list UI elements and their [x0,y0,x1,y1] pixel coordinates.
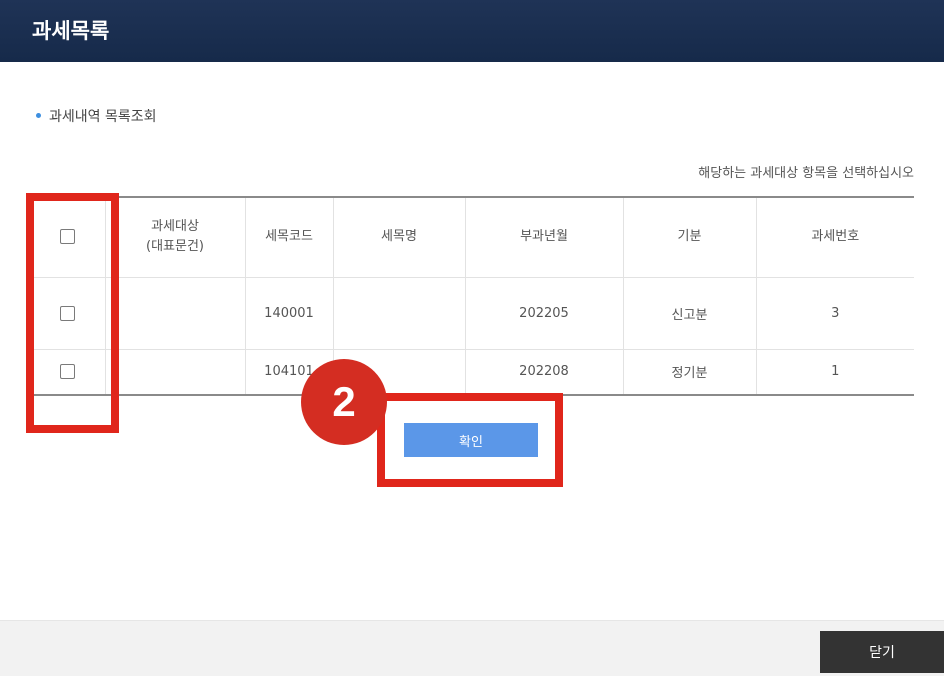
table-row[interactable]: 140001 202205 신고분 3 [30,277,914,350]
title-bar: 과세목록 [0,0,944,62]
cell-tax-number: 1 [831,364,840,380]
header-period-type: 기분 [623,197,757,278]
cell-tax-name [333,277,466,350]
tax-list-table: 과세대상 (대표문건) 세목코드 세목명 부과년월 기분 과세번호 140001… [30,196,914,396]
cell-period-type: 신고분 [623,277,757,350]
cell-period: 202208 [465,349,624,395]
table-header-row: 과세대상 (대표문건) 세목코드 세목명 부과년월 기분 과세번호 [30,197,914,278]
header-period: 부과년월 [465,197,624,278]
header-target-line2: (대표문건) [146,239,204,255]
section-title-label: 과세내역 목록조회 [49,109,157,125]
section-title: 과세내역 목록조회 [36,106,157,126]
header-tax-number: 과세번호 [756,197,914,278]
cell-tax-number: 3 [756,277,914,350]
cell-target [105,277,246,350]
header-target: 과세대상 (대표문건) [105,197,246,278]
header-tax-name: 세목명 [333,197,466,278]
confirm-button[interactable]: 확인 [404,423,538,457]
header-target-line1: 과세대상 [151,219,199,235]
table-row[interactable]: 104101 202208 정기분 1 [30,349,914,395]
header-tax-code: 세목코드 [245,197,334,278]
checkbox-highlight-box [26,193,119,433]
instruction-text: 해당하는 과세대상 항목을 선택하십시오 [698,166,914,181]
bullet-icon [36,112,41,118]
close-button[interactable]: 닫기 [820,631,944,673]
footer-bar: 닫기 [0,620,944,676]
cell-period: 202205 [465,277,624,350]
step-badge: 2 [301,359,387,445]
window-title: 과세목록 [32,19,110,43]
cell-target [105,349,246,395]
cell-tax-code: 140001 [245,277,334,350]
cell-period-type: 정기분 [623,349,757,395]
